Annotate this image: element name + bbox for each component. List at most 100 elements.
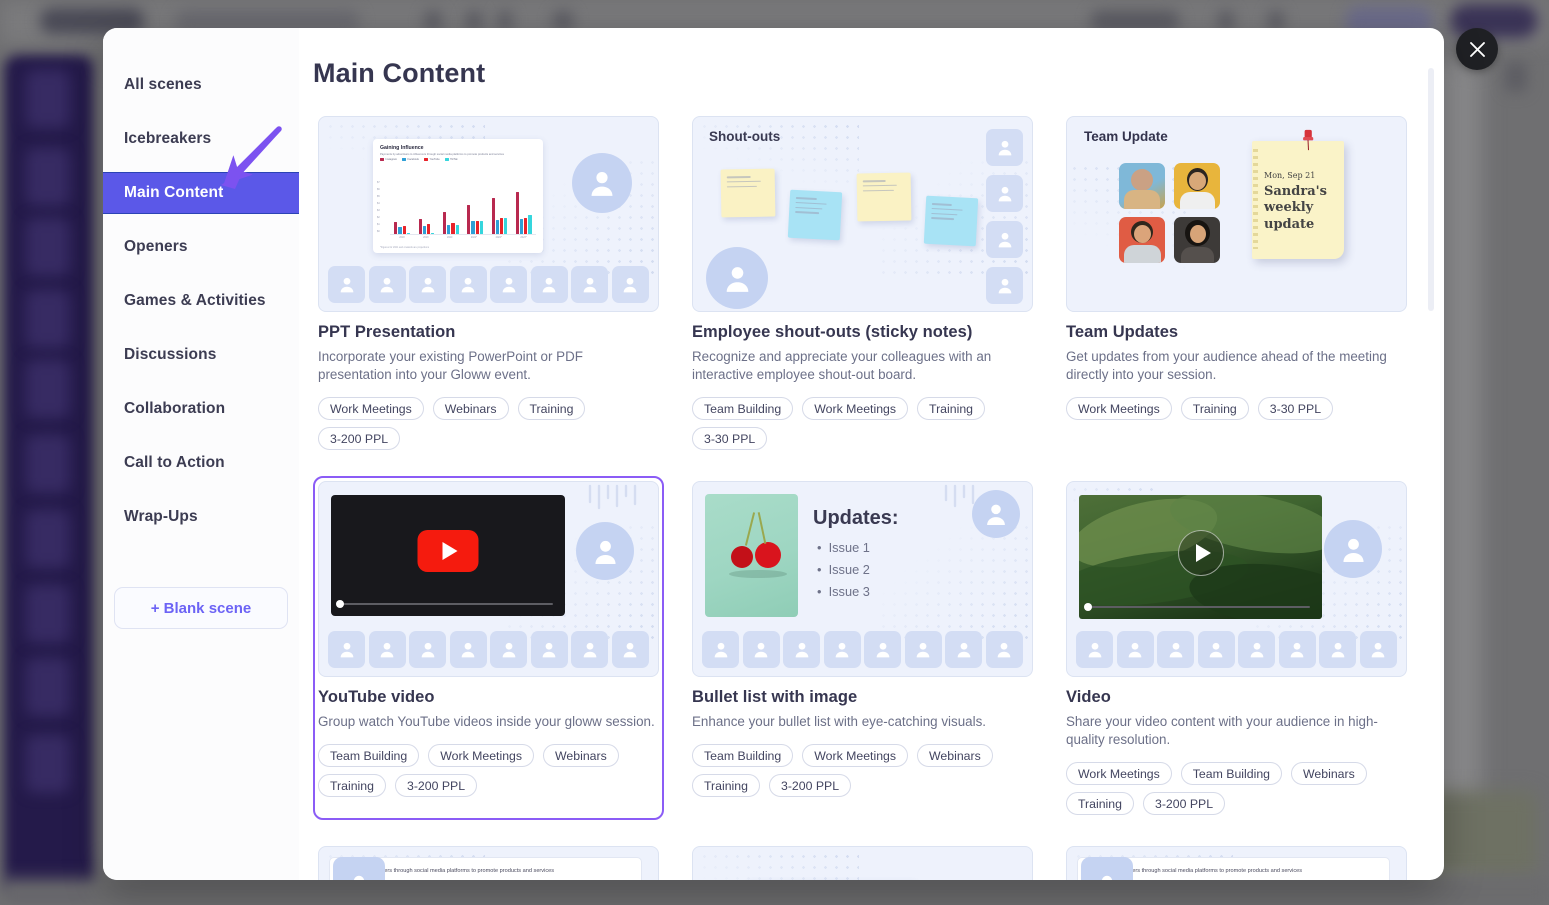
- avatar: [1359, 631, 1397, 668]
- close-modal-button[interactable]: [1456, 28, 1498, 70]
- avatar: [1278, 631, 1316, 668]
- background-avatar: [26, 510, 70, 568]
- tag[interactable]: Training: [917, 397, 986, 420]
- sidebar-item-label: Games & Activities: [124, 292, 266, 309]
- scene-card-employee-shout-outs[interactable]: Shout-outs Employee shout-outs (sticky n…: [687, 111, 1038, 455]
- bullet-item: • Issue 1: [817, 540, 870, 555]
- avatar: [1116, 631, 1154, 668]
- chart-legend: Instagram Facebook YouTube TikTok: [380, 158, 536, 161]
- sidebar-item-games-activities[interactable]: Games & Activities: [103, 280, 299, 322]
- tag[interactable]: Work Meetings: [802, 397, 909, 420]
- sidebar-item-label: Wrap-Ups: [124, 508, 198, 525]
- legend-entry: Instagram: [380, 158, 397, 161]
- note-line: update: [1264, 216, 1315, 232]
- scene-card-partial[interactable]: rtisers to influencers through social me…: [313, 841, 664, 880]
- scene-card-video[interactable]: Video Share your video content with your…: [1061, 476, 1412, 820]
- tag[interactable]: Training: [1180, 397, 1249, 420]
- participant-strip: [1076, 631, 1397, 668]
- content-scrollbar-thumb[interactable]: [1428, 68, 1434, 311]
- tag[interactable]: 3-200 PPL: [318, 427, 401, 450]
- scene-card-grid: Gaining Influence Payments by advertiser…: [313, 111, 1408, 880]
- scene-card-partial[interactable]: Gaining Influence Payments by advertiser…: [687, 841, 1038, 880]
- note-date: Mon, Sep 21: [1264, 171, 1316, 180]
- tag[interactable]: Work Meetings: [1066, 397, 1172, 420]
- video-progress-bar: [1088, 605, 1310, 608]
- dot-pattern-decoration: [878, 522, 1028, 642]
- participant-strip: [702, 631, 1023, 668]
- background-avatar: [26, 218, 70, 276]
- scene-card-tags: Team Building Work Meetings Webinars Tra…: [318, 744, 659, 797]
- avatar: [972, 490, 1020, 538]
- tag[interactable]: Training: [1066, 792, 1134, 815]
- background-avatar: [26, 735, 70, 793]
- tag[interactable]: 3-30 PPL: [692, 427, 768, 450]
- tag[interactable]: Webinars: [432, 397, 509, 420]
- sidebar-item-wrap-ups[interactable]: Wrap-Ups: [103, 496, 299, 538]
- tag[interactable]: Webinars: [543, 744, 619, 767]
- legend-entry: TikTok: [444, 158, 458, 161]
- close-icon: [1469, 41, 1485, 57]
- bullet-item: • Issue 3: [817, 584, 870, 599]
- sidebar-item-label: Call to Action: [124, 454, 225, 471]
- participant-photo: [1174, 163, 1220, 209]
- avatar: [904, 631, 942, 668]
- avatar: [571, 266, 609, 303]
- bar-group: [515, 191, 532, 234]
- background-avatar: [26, 585, 70, 643]
- scene-thumbnail: rtisers to influencers through social me…: [1066, 846, 1407, 880]
- add-blank-scene-button[interactable]: + Blank scene: [114, 587, 288, 629]
- tag[interactable]: Team Building: [318, 744, 420, 767]
- sidebar-item-main-content[interactable]: Main Content: [103, 172, 299, 214]
- sidebar-item-icebreakers[interactable]: Icebreakers: [103, 118, 299, 160]
- tag[interactable]: 3-30 PPL: [1257, 397, 1334, 420]
- scene-card-partial[interactable]: rtisers to influencers through social me…: [1061, 841, 1412, 880]
- sidebar-item-collaboration[interactable]: Collaboration: [103, 388, 299, 430]
- avatar: [368, 631, 406, 668]
- sidebar-item-label: Collaboration: [124, 400, 226, 417]
- avatar: [368, 266, 406, 303]
- sidebar-item-call-to-action[interactable]: Call to Action: [103, 442, 299, 484]
- avatar: [702, 631, 739, 668]
- tag[interactable]: Work Meetings: [428, 744, 535, 767]
- chart-subtitle: Payments by advertisers to influencers t…: [380, 152, 504, 156]
- scene-card-ppt-presentation[interactable]: Gaining Influence Payments by advertiser…: [313, 111, 664, 455]
- tag[interactable]: 3-200 PPL: [768, 774, 852, 797]
- tag[interactable]: Team Building: [1180, 762, 1283, 785]
- tag[interactable]: Team Building: [692, 744, 794, 767]
- scene-card-description: Share your video content with your audie…: [1066, 714, 1378, 747]
- avatar: [1081, 857, 1133, 880]
- sidebar-item-openers[interactable]: Openers: [103, 226, 299, 268]
- scene-card-youtube-video[interactable]: YouTube video Group watch YouTube videos…: [313, 476, 664, 820]
- avatar: [576, 522, 634, 580]
- avatar: [1076, 631, 1113, 668]
- video-player-preview: [1079, 495, 1322, 619]
- dot-pattern-decoration: [699, 851, 859, 880]
- sidebar-item-all-scenes[interactable]: All scenes: [103, 64, 299, 106]
- tag[interactable]: Work Meetings: [318, 397, 424, 420]
- tag[interactable]: Training: [318, 774, 386, 797]
- avatar: [1197, 631, 1235, 668]
- sidebar-item-discussions[interactable]: Discussions: [103, 334, 299, 376]
- tag[interactable]: 3-200 PPL: [394, 774, 478, 797]
- tag[interactable]: Work Meetings: [802, 744, 909, 767]
- avatar: [864, 631, 902, 668]
- participant-strip: [328, 631, 649, 668]
- tag[interactable]: Work Meetings: [1066, 762, 1172, 785]
- scene-card-description: Recognize and appreciate your colleagues…: [692, 349, 992, 382]
- scene-card-bullet-list-with-image[interactable]: Updates: • Issue 1 • Issue 2 • Issue 3 B…: [687, 476, 1038, 820]
- background-avatar: [26, 148, 70, 206]
- scene-thumbnail: [318, 481, 659, 677]
- bullet-heading: Updates:: [813, 507, 899, 529]
- tag[interactable]: Team Building: [692, 397, 794, 420]
- tag[interactable]: Training: [692, 774, 760, 797]
- bar-group: [394, 222, 411, 234]
- pushpin-icon: [1303, 129, 1314, 151]
- chart-bars: [390, 183, 536, 235]
- tag[interactable]: Training: [517, 397, 586, 420]
- tag[interactable]: Webinars: [1291, 762, 1367, 785]
- scene-card-team-updates[interactable]: Team Update Mon, Sep 21 Sandra's weekly …: [1061, 111, 1412, 455]
- note-line: weekly: [1264, 200, 1314, 216]
- tag[interactable]: 3-200 PPL: [1142, 792, 1226, 815]
- tag[interactable]: Webinars: [917, 744, 993, 767]
- avatar: [572, 153, 632, 213]
